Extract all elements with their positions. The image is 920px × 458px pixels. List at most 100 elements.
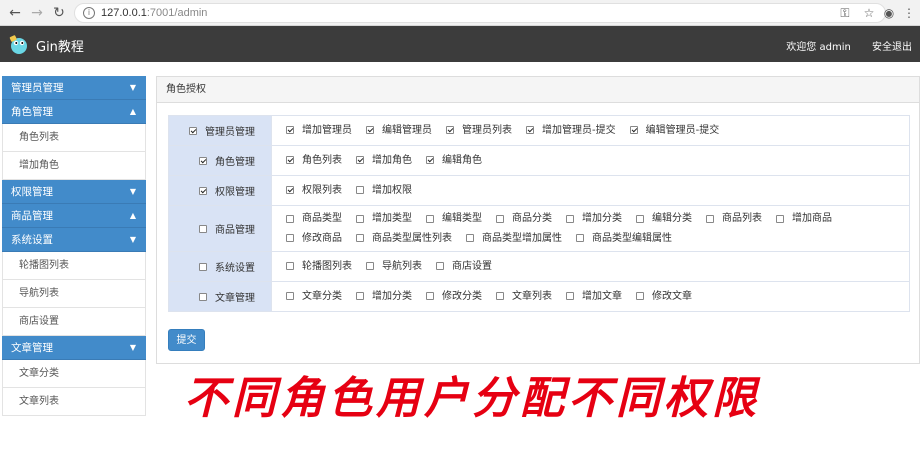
permission-option[interactable]: 轮播图列表 — [286, 257, 352, 277]
category-checkbox[interactable] — [199, 292, 207, 301]
permission-option[interactable]: 编辑管理员 — [366, 121, 432, 141]
permission-table: 管理员管理 增加管理员 编辑管理员 管理员列表 增加管理员-提交 编辑管理员-提交 角色管理… — [168, 115, 910, 312]
back-icon[interactable]: ← — [6, 4, 24, 22]
permission-option[interactable]: 商品类型增加属性 — [466, 229, 562, 249]
submit-button[interactable]: 提交 — [168, 329, 205, 351]
permission-option[interactable]: 权限列表 — [286, 181, 342, 201]
address-bar[interactable]: i 127.0.0.1:7001/admin — [74, 3, 886, 23]
permission-option[interactable]: 商店设置 — [436, 257, 492, 277]
option-checkbox[interactable] — [366, 126, 374, 135]
permission-option[interactable]: 编辑类型 — [426, 209, 482, 229]
option-checkbox[interactable] — [436, 262, 444, 271]
sidebar-item[interactable]: 文章列表 — [2, 388, 146, 416]
option-checkbox[interactable] — [356, 186, 364, 195]
permission-option[interactable]: 编辑角色 — [426, 151, 482, 171]
option-checkbox[interactable] — [286, 156, 294, 165]
permission-option[interactable]: 编辑分类 — [636, 209, 692, 229]
permission-option[interactable]: 编辑管理员-提交 — [629, 121, 720, 141]
sidebar-group[interactable]: 文章管理 ▼ — [2, 336, 146, 360]
option-checkbox[interactable] — [566, 292, 574, 301]
option-checkbox[interactable] — [356, 234, 364, 242]
category-checkbox[interactable] — [189, 126, 197, 135]
sidebar-item[interactable]: 轮播图列表 — [2, 252, 146, 280]
permission-option[interactable]: 文章分类 — [286, 287, 342, 307]
permission-option[interactable]: 增加角色 — [356, 151, 412, 171]
option-checkbox[interactable] — [286, 126, 294, 135]
option-checkbox[interactable] — [356, 292, 364, 301]
permission-option[interactable]: 商品列表 — [706, 209, 762, 229]
sidebar-item[interactable]: 导航列表 — [2, 280, 146, 308]
category-checkbox[interactable] — [199, 262, 207, 271]
sidebar-group[interactable]: 商品管理 ▲ — [2, 204, 146, 228]
sidebar-item[interactable]: 商店设置 — [2, 308, 146, 336]
option-checkbox[interactable] — [526, 126, 534, 135]
permission-options: 角色列表 增加角色 编辑角色 — [271, 145, 910, 176]
option-checkbox[interactable] — [566, 214, 574, 223]
sidebar-group[interactable]: 管理员管理 ▼ — [2, 76, 146, 100]
permission-option[interactable]: 增加商品 — [776, 209, 832, 229]
option-checkbox[interactable] — [466, 234, 474, 242]
option-checkbox[interactable] — [356, 214, 364, 223]
sidebar-item[interactable]: 增加角色 — [2, 152, 146, 180]
sidebar-item[interactable]: 文章分类 — [2, 360, 146, 388]
account-icon[interactable]: ◉ — [880, 4, 898, 22]
caption-overlay: 不同角色用户分配不同权限 — [184, 373, 760, 424]
permission-option[interactable]: 导航列表 — [366, 257, 422, 277]
permission-row: 权限管理 权限列表 增加权限 — [168, 175, 910, 206]
option-checkbox[interactable] — [576, 234, 584, 242]
key-icon[interactable]: ⚿ — [836, 4, 854, 22]
sidebar-group[interactable]: 角色管理 ▲ — [2, 100, 146, 124]
sidebar-group[interactable]: 权限管理 ▼ — [2, 180, 146, 204]
permission-option[interactable]: 文章列表 — [496, 287, 552, 307]
permission-option[interactable]: 修改分类 — [426, 287, 482, 307]
option-checkbox[interactable] — [636, 292, 644, 301]
option-checkbox[interactable] — [286, 214, 294, 223]
permission-option[interactable]: 商品分类 — [496, 209, 552, 229]
reload-icon[interactable]: ↻ — [50, 4, 68, 22]
permission-option[interactable]: 增加管理员 — [286, 121, 352, 141]
option-checkbox[interactable] — [636, 214, 644, 223]
option-label: 编辑管理员-提交 — [645, 124, 720, 136]
option-checkbox[interactable] — [286, 292, 294, 301]
option-checkbox[interactable] — [426, 156, 434, 165]
option-checkbox[interactable] — [426, 292, 434, 301]
permission-option[interactable]: 管理员列表 — [446, 121, 512, 141]
option-checkbox[interactable] — [366, 262, 374, 271]
option-checkbox[interactable] — [286, 234, 294, 242]
category-checkbox[interactable] — [199, 156, 207, 165]
menu-icon[interactable]: ⋮ — [900, 4, 918, 22]
permission-option[interactable]: 角色列表 — [286, 151, 342, 171]
permission-option[interactable]: 增加文章 — [566, 287, 622, 307]
option-checkbox[interactable] — [446, 126, 454, 135]
info-icon[interactable]: i — [83, 7, 95, 19]
permission-option[interactable]: 商品类型属性列表 — [356, 229, 452, 249]
permission-option[interactable]: 增加分类 — [356, 287, 412, 307]
option-label: 编辑管理员 — [382, 124, 432, 136]
permission-option[interactable]: 商品类型编辑属性 — [576, 229, 672, 249]
option-checkbox[interactable] — [496, 214, 504, 223]
option-checkbox[interactable] — [426, 214, 434, 223]
option-label: 商品分类 — [512, 213, 552, 224]
sidebar-group[interactable]: 系统设置 ▼ — [2, 228, 146, 252]
sidebar-item[interactable]: 角色列表 — [2, 124, 146, 152]
permission-option[interactable]: 商品类型 — [286, 209, 342, 229]
option-checkbox[interactable] — [356, 156, 364, 165]
category-checkbox[interactable] — [199, 186, 207, 195]
star-icon[interactable]: ☆ — [860, 4, 878, 22]
category-checkbox[interactable] — [199, 224, 207, 233]
forward-icon[interactable]: → — [28, 4, 46, 22]
option-checkbox[interactable] — [706, 214, 714, 223]
category-label: 管理员管理 — [205, 127, 255, 138]
option-checkbox[interactable] — [286, 186, 294, 195]
permission-option[interactable]: 增加类型 — [356, 209, 412, 229]
option-checkbox[interactable] — [629, 126, 638, 135]
option-checkbox[interactable] — [496, 292, 504, 301]
permission-option[interactable]: 增加分类 — [566, 209, 622, 229]
permission-option[interactable]: 修改文章 — [636, 287, 692, 307]
permission-option[interactable]: 增加管理员-提交 — [526, 121, 616, 141]
option-checkbox[interactable] — [776, 214, 784, 223]
permission-option[interactable]: 增加权限 — [356, 181, 412, 201]
option-checkbox[interactable] — [286, 262, 294, 271]
permission-option[interactable]: 修改商品 — [286, 229, 342, 249]
logout-link[interactable]: 安全退出 — [872, 42, 912, 53]
